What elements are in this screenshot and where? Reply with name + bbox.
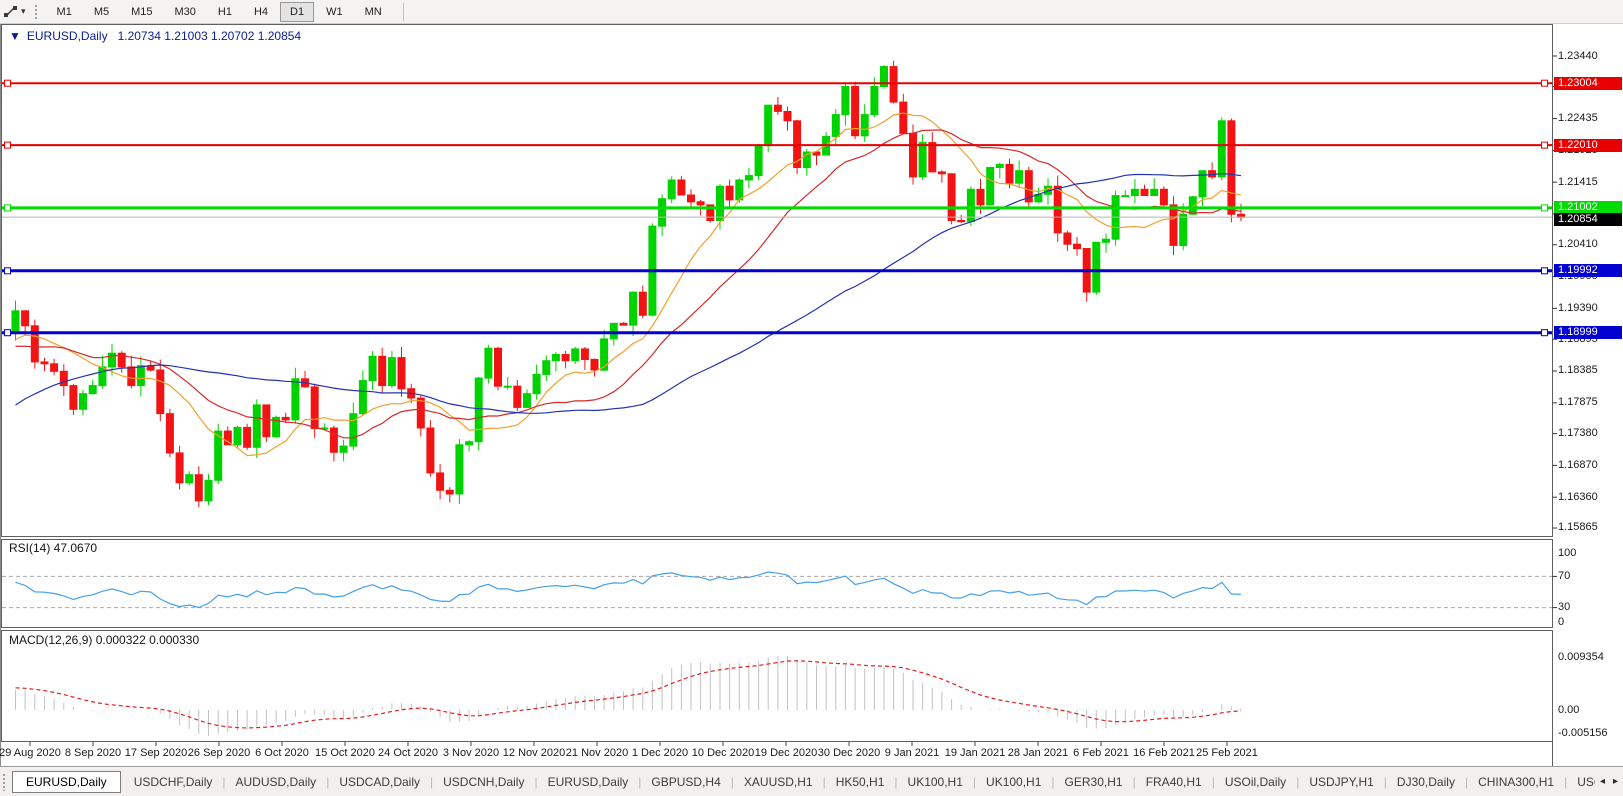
tab-item[interactable]: AUDUSD,Daily: [227, 772, 326, 792]
tab-item[interactable]: USDCAD,Daily: [330, 772, 429, 792]
tabs-scroll-right-button[interactable]: ▸: [1613, 776, 1618, 787]
timeframe-button-mn[interactable]: MN: [355, 2, 392, 22]
timeframe-button-w1[interactable]: W1: [316, 2, 353, 22]
tabbar-grip: [2, 773, 6, 791]
timeframe-button-m5[interactable]: M5: [84, 2, 119, 22]
price-axis[interactable]: [1552, 24, 1623, 742]
toolbar-grip[interactable]: [33, 3, 38, 20]
date-axis[interactable]: [0, 742, 1552, 766]
trendline-tool-glyph: [3, 6, 17, 17]
chart-tab-bar: EURUSD,Daily USDCHF,Daily | AUDUSD,Daily | US…: [0, 766, 1623, 796]
tab-item[interactable]: HK50,H1: [827, 772, 894, 792]
tab-item[interactable]: GER30,H1: [1056, 772, 1132, 792]
tab-item[interactable]: USDJPY,H1: [1300, 772, 1382, 792]
drawing-tool-icon[interactable]: [1, 3, 19, 21]
tab-item[interactable]: FRA40,H1: [1137, 772, 1211, 792]
timeframe-button-d1[interactable]: D1: [280, 1, 315, 22]
tab-item[interactable]: DJ30,Daily: [1388, 772, 1464, 792]
tab-item[interactable]: UK100,H1: [899, 772, 972, 792]
tab-item[interactable]: USDCHF,Daily: [125, 772, 222, 792]
tab-item[interactable]: XAUUSD,H1: [735, 772, 822, 792]
tab-item[interactable]: CHINA300,H1: [1469, 772, 1563, 792]
mt4-window: ▾ M1 M5 M15 M30 H1 H4 D1 W1 MN ▼ EURUSD,Daily 1.20…: [0, 0, 1623, 796]
timeframe-button-m1[interactable]: M1: [47, 2, 82, 22]
tab-item[interactable]: UK100,H1: [977, 772, 1050, 792]
tab-item[interactable]: EURUSD,Daily: [539, 772, 638, 792]
tabs-scroll-left-button[interactable]: ◂: [1600, 776, 1605, 787]
chart-tabs: EURUSD,Daily USDCHF,Daily | AUDUSD,Daily | US…: [12, 771, 1621, 793]
tab-item[interactable]: GBPUSD,H4: [642, 772, 729, 792]
timeframe-button-h1[interactable]: H1: [208, 2, 242, 22]
toolbar: ▾ M1 M5 M15 M30 H1 H4 D1 W1 MN: [0, 0, 1623, 24]
timeframe-button-h4[interactable]: H4: [244, 2, 278, 22]
toolbar-separator: [402, 2, 404, 21]
chart-plot-area[interactable]: [0, 24, 1552, 742]
timeframe-button-m15[interactable]: M15: [121, 2, 162, 22]
timeframe-button-m30[interactable]: M30: [165, 2, 206, 22]
timeframe-buttons: M1 M5 M15 M30 H1 H4 D1 W1 MN: [46, 1, 393, 22]
tool-dropdown-caret[interactable]: ▾: [21, 6, 26, 17]
tab-item[interactable]: EURUSD,Daily: [12, 771, 121, 793]
tab-scroll-controls: ◂ ▸: [1594, 767, 1623, 796]
tab-item[interactable]: USDCNH,Daily: [434, 772, 533, 792]
tab-item[interactable]: USOil,Daily: [1216, 772, 1295, 792]
